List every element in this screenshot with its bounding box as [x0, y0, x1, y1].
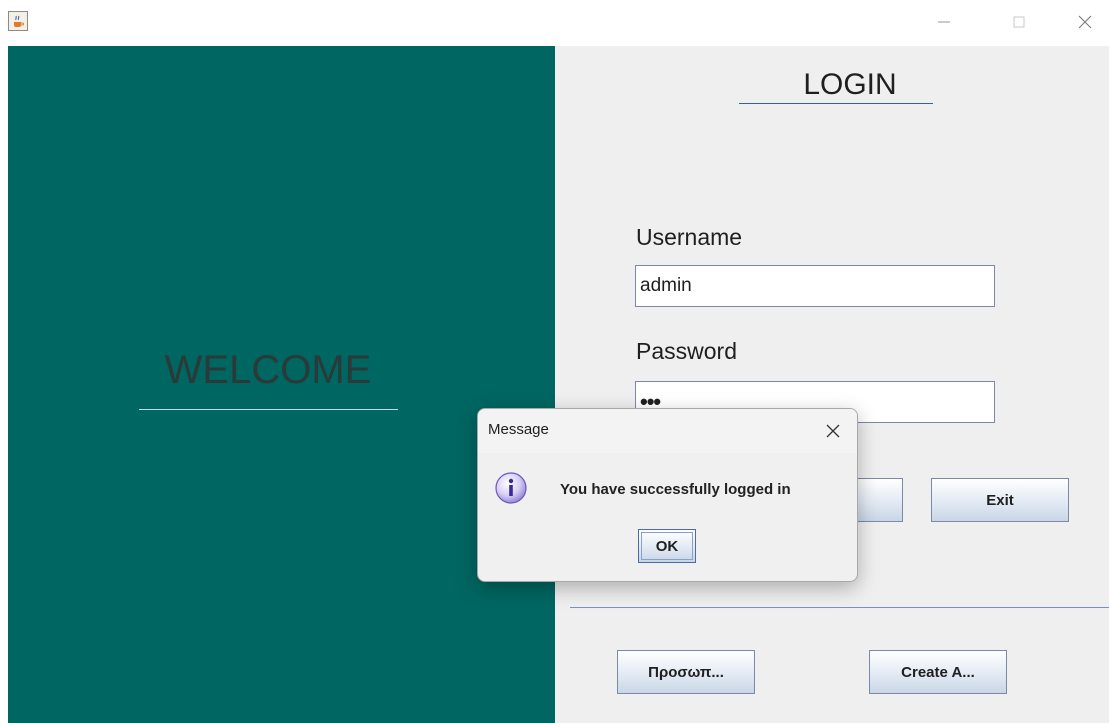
close-icon [1078, 15, 1092, 29]
ok-button[interactable]: OK [638, 529, 696, 563]
login-underline [739, 103, 933, 104]
section-divider [570, 607, 1109, 608]
dialog-titlebar: Message [478, 409, 857, 453]
java-cup-icon [8, 11, 28, 31]
profile-button[interactable]: Προσωπ... [617, 650, 755, 694]
minimize-icon [938, 21, 950, 23]
dialog-close-button[interactable] [821, 419, 845, 443]
minimize-button[interactable] [921, 6, 967, 38]
password-label: Password [636, 338, 737, 364]
dialog-message: You have successfully logged in [560, 481, 791, 498]
maximize-icon [1013, 16, 1025, 28]
dialog-title: Message [488, 421, 549, 438]
username-field[interactable]: admin [635, 265, 995, 307]
info-icon [494, 471, 528, 505]
welcome-heading: WELCOME [164, 348, 372, 392]
login-heading: LOGIN [803, 68, 897, 101]
create-account-button[interactable]: Create A... [869, 650, 1007, 694]
window-titlebar [0, 0, 1109, 46]
main-frame: WELCOME LOGIN Username admin Password ••… [8, 46, 1109, 723]
username-label: Username [636, 224, 743, 250]
login-panel: LOGIN Username admin Password ••• Exit Π… [555, 46, 1109, 723]
window-close-button[interactable] [1062, 6, 1108, 38]
maximize-button[interactable] [996, 6, 1042, 38]
welcome-underline [139, 409, 398, 410]
message-dialog: Message You have successfully logged in … [477, 408, 858, 582]
exit-button[interactable]: Exit [931, 478, 1069, 522]
welcome-panel: WELCOME [8, 46, 555, 723]
close-icon [826, 424, 840, 438]
